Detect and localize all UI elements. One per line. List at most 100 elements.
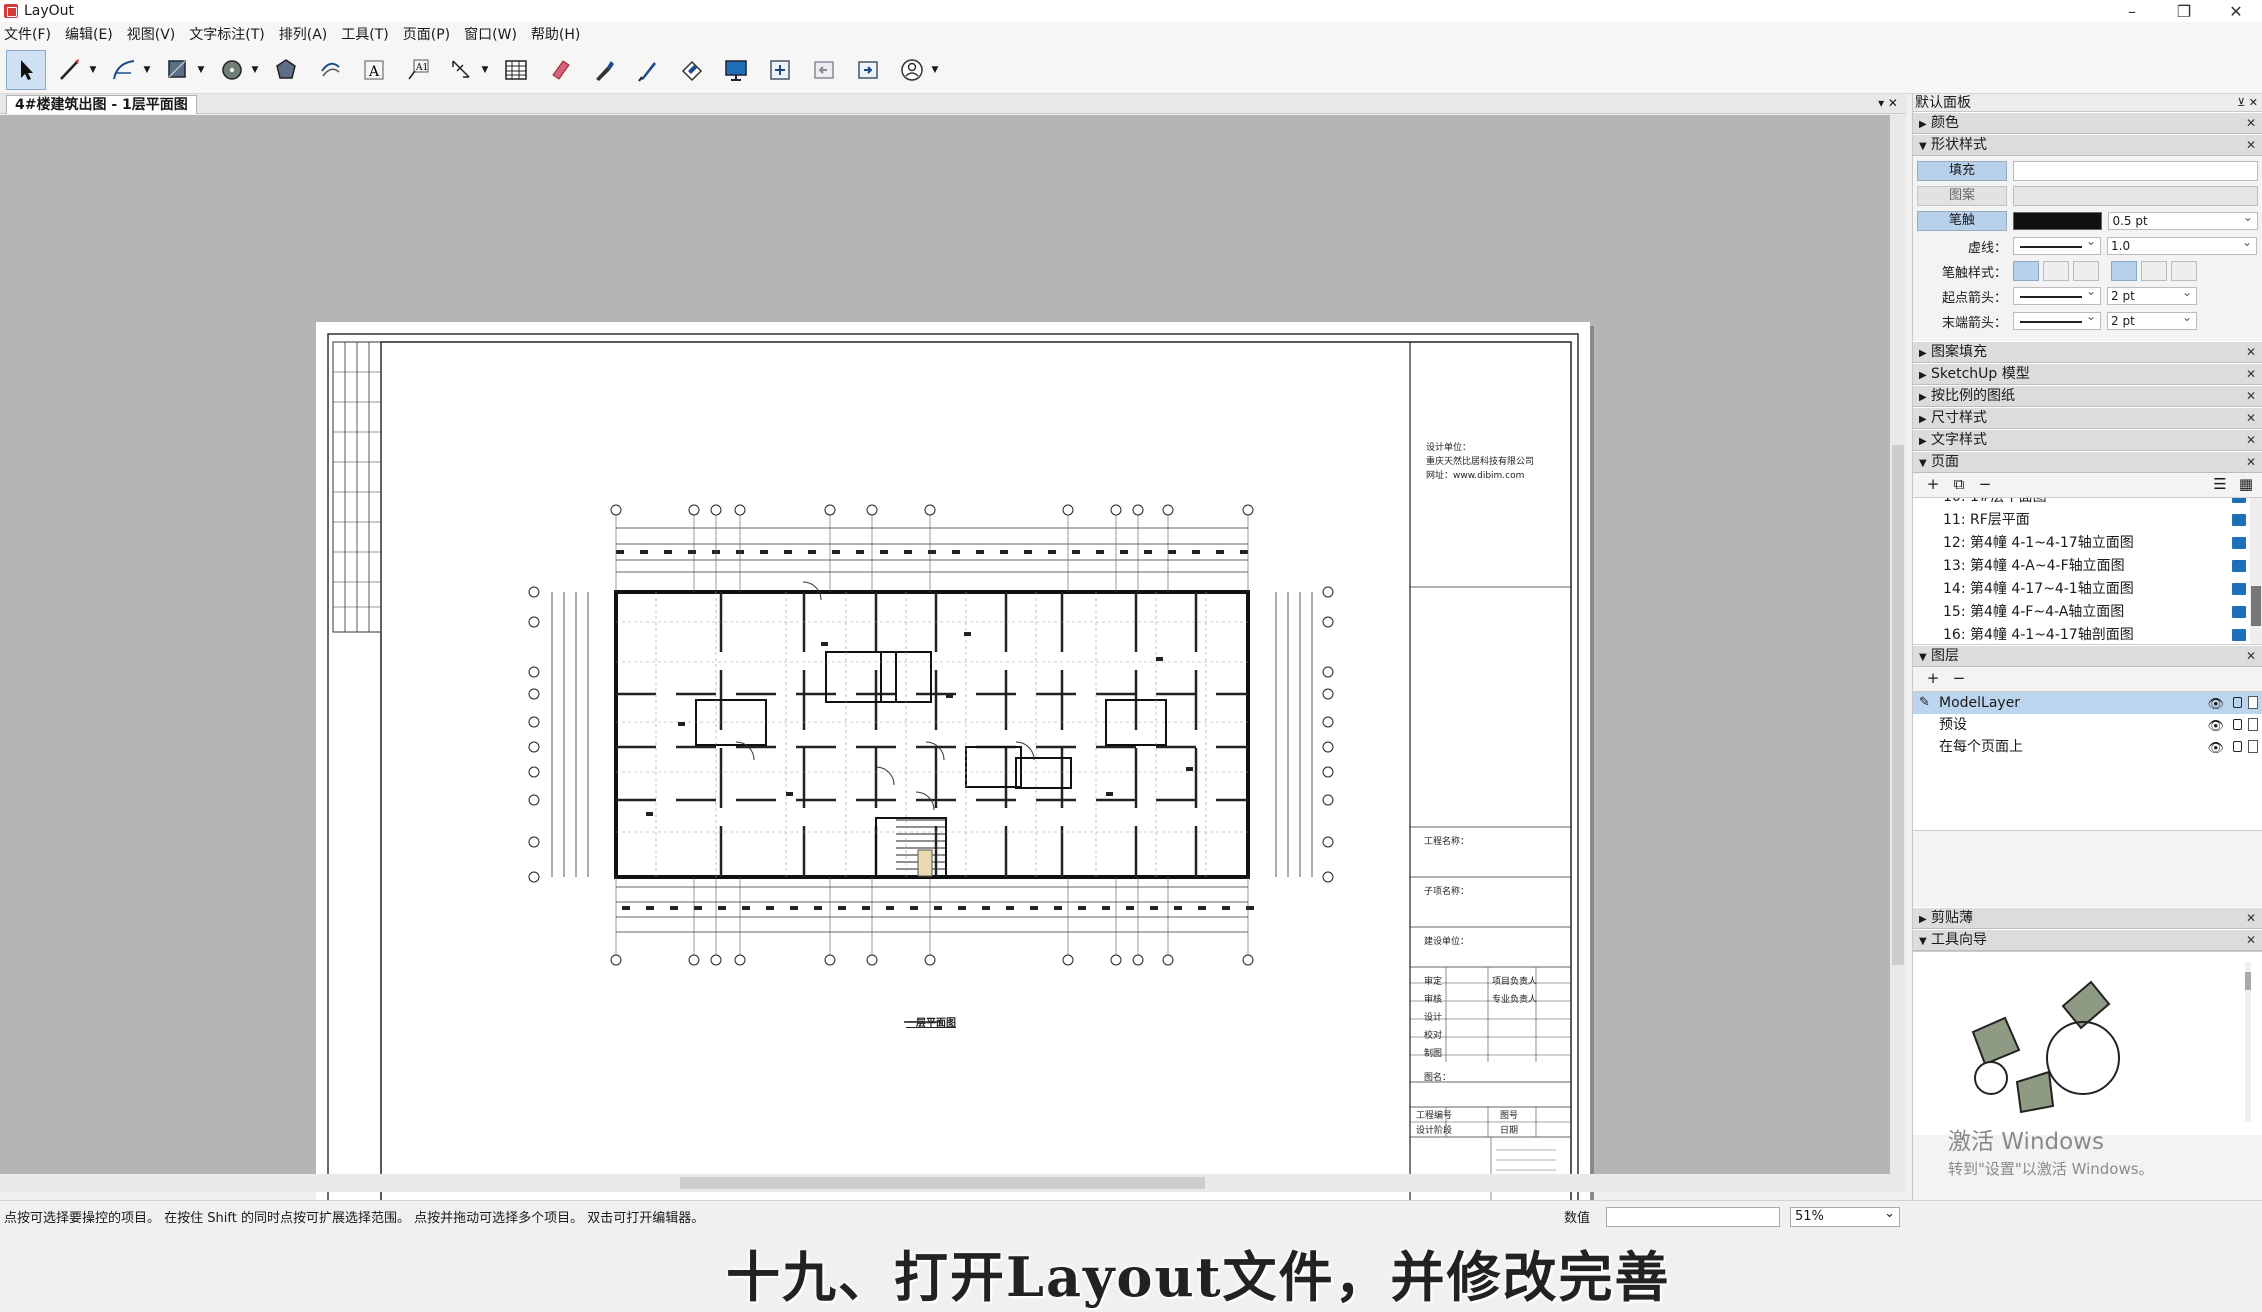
add-page-icon[interactable]	[760, 50, 800, 90]
grid-view-icon[interactable]: ▦	[2236, 476, 2256, 494]
page-icon[interactable]	[2248, 718, 2258, 731]
join-miter-icon[interactable]	[2111, 261, 2137, 281]
next-page-icon[interactable]	[848, 50, 888, 90]
menu-window[interactable]: 窗口(W)	[462, 23, 519, 45]
menu-file[interactable]: 文件(F)	[2, 23, 53, 45]
start-arrow-select[interactable]	[2013, 284, 2101, 305]
zoom-select[interactable]: 51%	[1790, 1205, 1900, 1227]
presentation-icon[interactable]	[2232, 583, 2246, 595]
cap-flat-icon[interactable]	[2013, 261, 2039, 281]
cap-round-icon[interactable]	[2043, 261, 2069, 281]
start-arrow-size[interactable]: 2 pt	[2107, 284, 2197, 305]
lock-icon[interactable]	[2233, 719, 2242, 730]
eye-icon[interactable]: 👁	[2207, 694, 2224, 716]
layer-row[interactable]: 预设 👁	[1913, 714, 2262, 736]
close-icon[interactable]: ✕	[2246, 908, 2256, 929]
table-tool-icon[interactable]	[496, 50, 536, 90]
section-sketchup-model[interactable]: ▶ SketchUp 模型 ✕	[1913, 363, 2262, 385]
join-tool-icon[interactable]	[672, 50, 712, 90]
offset-tool-icon[interactable]	[310, 50, 350, 90]
list-item[interactable]: 10: 1#层平面图	[1913, 498, 2262, 509]
section-pages[interactable]: ▼ 页面 ✕	[1913, 451, 2262, 473]
close-icon[interactable]: ✕	[2246, 930, 2256, 951]
section-layers[interactable]: ▼ 图层 ✕	[1913, 645, 2262, 667]
minimize-button[interactable]: –	[2106, 0, 2158, 22]
drawing-canvas[interactable]: 设计单位： 重庆天然比居科技有限公司 网址：www.dibim.com 工程名称…	[0, 115, 1890, 1309]
eraser-tool-icon[interactable]	[540, 50, 580, 90]
section-scrapbooks[interactable]: ▶ 剪贴薄 ✕	[1913, 907, 2262, 929]
list-item[interactable]: 15: 第4幢 4-F~4-A轴立面图	[1913, 601, 2262, 624]
menu-view[interactable]: 视图(V)	[125, 23, 178, 45]
menu-pages[interactable]: 页面(P)	[401, 23, 452, 45]
close-button[interactable]: ✕	[2210, 0, 2262, 22]
fill-color-field[interactable]	[2013, 161, 2258, 181]
close-icon[interactable]: ✕	[2246, 452, 2256, 473]
menu-text[interactable]: 文字标注(T)	[187, 23, 266, 45]
shared-pages-icon[interactable]	[2248, 740, 2258, 753]
presentation-icon[interactable]	[2232, 537, 2246, 549]
vertical-scrollbar[interactable]	[1890, 115, 1906, 1174]
label-tool-icon[interactable]: A1	[398, 50, 438, 90]
eye-icon[interactable]: 👁	[2207, 738, 2224, 760]
text-tool-icon[interactable]: A	[354, 50, 394, 90]
vertical-scroll-thumb[interactable]	[1892, 445, 1904, 965]
close-icon[interactable]: ✕	[2246, 364, 2256, 385]
fill-toggle[interactable]: 填充	[1917, 161, 2007, 181]
account-icon[interactable]	[892, 50, 932, 90]
close-icon[interactable]: ✕	[2246, 430, 2256, 451]
presentation-icon[interactable]	[2232, 606, 2246, 618]
restore-button[interactable]: ❐	[2158, 0, 2210, 22]
close-icon[interactable]: ✕	[2246, 135, 2256, 156]
pages-list[interactable]: 10: 1#层平面图 11: RF层平面 12: 第4幢 4-1~4-17轴立面…	[1913, 497, 2262, 645]
tray-pin-close-icon[interactable]: ⊻ ✕	[2237, 94, 2258, 112]
list-item[interactable]: 12: 第4幢 4-1~4-17轴立面图	[1913, 532, 2262, 555]
add-layer-button[interactable]: +	[1923, 670, 1943, 688]
pages-scrollbar[interactable]	[2250, 498, 2262, 644]
stroke-toggle[interactable]: 笔触	[1917, 211, 2007, 231]
menu-help[interactable]: 帮助(H)	[529, 23, 582, 45]
menu-edit[interactable]: 编辑(E)	[63, 23, 115, 45]
pages-scroll-thumb[interactable]	[2251, 586, 2261, 626]
close-icon[interactable]: ✕	[2246, 113, 2256, 134]
section-colors[interactable]: ▶ 颜色 ✕	[1913, 112, 2262, 134]
page-icon[interactable]	[2248, 696, 2258, 709]
menu-arrange[interactable]: 排列(A)	[277, 23, 330, 45]
end-arrow-size[interactable]: 2 pt	[2107, 309, 2197, 330]
select-tool-icon[interactable]	[6, 49, 46, 90]
presentation-icon[interactable]	[2232, 629, 2246, 641]
close-icon[interactable]: ✕	[2246, 342, 2256, 363]
end-arrow-select[interactable]	[2013, 309, 2101, 330]
pattern-field[interactable]	[2013, 186, 2258, 206]
list-item[interactable]: 11: RF层平面	[1913, 509, 2262, 532]
stroke-width-select[interactable]: 0.5 pt	[2108, 209, 2258, 230]
split-tool-icon[interactable]	[628, 50, 668, 90]
add-page-button[interactable]: +	[1923, 476, 1943, 494]
previous-page-icon[interactable]	[804, 50, 844, 90]
menu-tools[interactable]: 工具(T)	[339, 23, 390, 45]
section-scaled-drawing[interactable]: ▶ 按比例的图纸 ✕	[1913, 385, 2262, 407]
close-icon[interactable]: ✕	[2246, 386, 2256, 407]
presentation-icon[interactable]	[2232, 560, 2246, 572]
horizontal-scrollbar[interactable]	[0, 1174, 1906, 1192]
list-view-icon[interactable]: ☰	[2210, 476, 2230, 494]
join-bevel-icon[interactable]	[2171, 261, 2197, 281]
layer-row[interactable]: 在每个页面上 👁	[1913, 736, 2262, 758]
circle-tool-icon[interactable]	[212, 50, 252, 90]
list-item[interactable]: 16: 第4幢 4-1~4-17轴剖面图	[1913, 624, 2262, 644]
horizontal-scroll-thumb[interactable]	[680, 1177, 1205, 1189]
delete-page-button[interactable]: −	[1975, 476, 1995, 494]
rectangle-tool-icon[interactable]	[158, 50, 198, 90]
arc-tool-icon[interactable]	[104, 50, 144, 90]
lock-icon[interactable]	[2233, 697, 2242, 708]
section-shape-style[interactable]: ▼ 形状样式 ✕	[1913, 134, 2262, 156]
eye-icon[interactable]: 👁	[2207, 716, 2224, 738]
dimension-tool-icon[interactable]	[442, 50, 482, 90]
close-icon[interactable]: ✕	[2246, 646, 2256, 667]
polygon-tool-icon[interactable]	[266, 50, 306, 90]
section-pattern-fill[interactable]: ▶ 图案填充 ✕	[1913, 341, 2262, 363]
document-tab-controls[interactable]: ▾ ✕	[1878, 96, 1898, 110]
measurements-input[interactable]	[1606, 1207, 1780, 1227]
presentation-icon[interactable]	[2232, 514, 2246, 526]
section-instructor[interactable]: ▼ 工具向导 ✕	[1913, 929, 2262, 951]
presentation-icon[interactable]	[2232, 498, 2246, 503]
